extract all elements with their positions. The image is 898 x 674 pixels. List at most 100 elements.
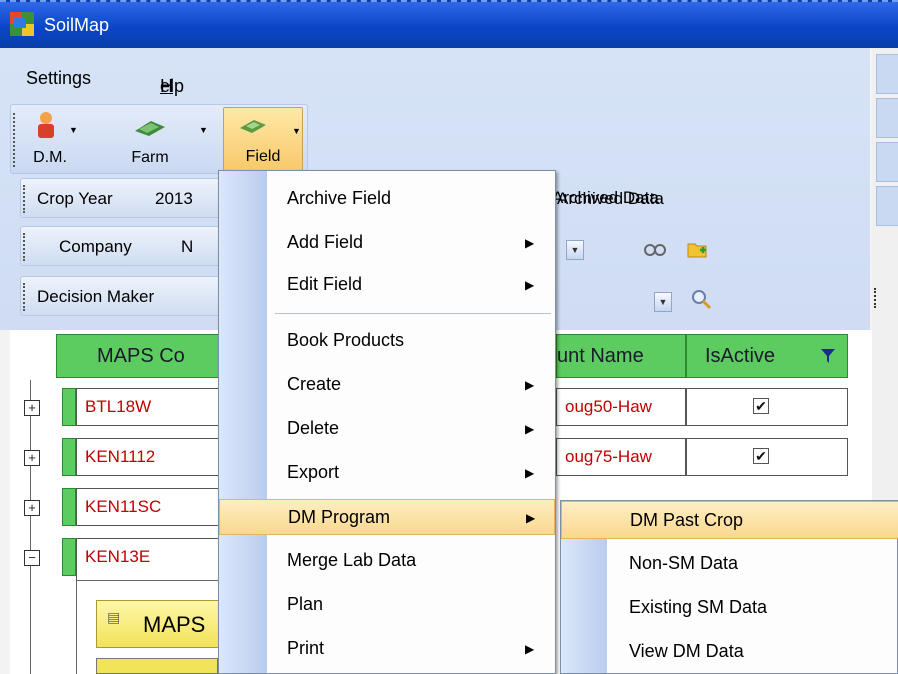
triangle-right-icon: ▶ — [525, 278, 535, 292]
subgrid-first-row[interactable] — [96, 658, 218, 674]
triangle-right-icon: ▶ — [525, 236, 535, 250]
company-dropdown-button[interactable]: ▼ — [566, 240, 584, 260]
menu-item-label: DM Program — [288, 507, 391, 527]
submenu-item-view-dm-data[interactable]: View DM Data — [561, 633, 898, 671]
submenu-item-dm-past-crop[interactable]: DM Past Crop — [561, 501, 898, 539]
menu-item-export[interactable]: Export ▶ — [219, 455, 555, 491]
person-icon — [38, 112, 54, 138]
submenu-item-existing-sm-data[interactable]: Existing SM Data — [561, 589, 898, 627]
menu-item-plan[interactable]: Plan — [219, 587, 555, 623]
column-header-account-name[interactable]: unt Name — [556, 334, 686, 378]
maps-code-cell[interactable]: KEN13E — [76, 538, 236, 580]
company-label: Company — [59, 237, 132, 256]
subgrid-header-label: MAPS — [143, 612, 206, 637]
field-button[interactable]: ▼ Field — [223, 107, 303, 171]
triangle-right-icon: ▶ — [525, 466, 535, 480]
toolbar-grip[interactable] — [23, 283, 25, 311]
is-active-cell[interactable]: ✔ — [686, 388, 848, 426]
plus-box-icon[interactable]: + — [24, 400, 40, 416]
row-selector[interactable] — [62, 488, 76, 526]
triangle-right-icon: ▶ — [525, 642, 535, 656]
company-actions — [660, 226, 726, 266]
archived-data-text[interactable]: Archived Data — [552, 188, 659, 208]
plus-box-icon[interactable]: + — [24, 500, 40, 516]
child-tree-line — [76, 580, 226, 581]
plus-box-icon[interactable]: + — [24, 450, 40, 466]
farm-icon — [135, 121, 165, 136]
menu-item-label: Merge Lab Data — [287, 550, 417, 570]
field-dropdown-menu: Archive Field Add Field ▶ Edit Field ▶ B… — [218, 170, 556, 674]
triangle-right-icon: ▶ — [526, 511, 536, 525]
menu-separator — [275, 313, 551, 314]
menu-item-edit-field[interactable]: Edit Field ▶ — [219, 267, 555, 303]
filter-icon[interactable] — [821, 349, 835, 363]
maps-code-cell[interactable]: KEN11SC — [76, 488, 236, 526]
menu-item-label: Add Field — [287, 232, 364, 252]
crop-year-value[interactable]: 2013 — [155, 189, 193, 209]
chevron-down-icon: ▼ — [69, 125, 78, 135]
subgrid-header-maps[interactable]: ▤ MAPS — [96, 600, 226, 648]
check-icon: ✔ — [755, 398, 767, 414]
toolbar-grip[interactable] — [874, 288, 878, 308]
side-tab[interactable] — [876, 142, 898, 182]
toolbar-grip[interactable] — [23, 185, 25, 213]
window-title-bar: SoilMap — [0, 0, 898, 48]
is-active-checkbox[interactable]: ✔ — [753, 448, 769, 464]
is-active-cell[interactable]: ✔ — [686, 438, 848, 476]
menu-item-print[interactable]: Print ▶ — [219, 631, 555, 667]
menu-item-label: Book Products — [287, 330, 405, 350]
account-name-cell[interactable]: oug50-Haw — [556, 388, 686, 426]
account-name-cell[interactable]: oug75-Haw — [556, 438, 686, 476]
column-chooser-icon[interactable]: ▤ — [107, 609, 120, 626]
menu-item-book-products[interactable]: Book Products — [219, 323, 555, 359]
side-tab[interactable] — [876, 98, 898, 138]
toolbar-grip[interactable] — [13, 113, 15, 167]
submenu-item-label: Existing SM Data — [629, 597, 768, 617]
menu-item-archive-field[interactable]: Archive Field — [219, 181, 555, 217]
farm-button[interactable]: ▼ Farm — [81, 107, 219, 171]
main-toolbar: ▼ D.M. ▼ Farm ▼ Field — [10, 104, 308, 174]
row-selector[interactable] — [62, 388, 76, 426]
side-tab[interactable] — [876, 186, 898, 226]
decision-maker-label: Decision Maker — [37, 287, 155, 306]
company-value[interactable]: N — [181, 237, 193, 257]
chevron-down-icon: ▼ — [199, 125, 208, 135]
submenu-item-label: View DM Data — [629, 641, 744, 661]
magnifier-icon[interactable] — [690, 288, 712, 310]
menu-item-label: Plan — [287, 594, 324, 614]
child-tree-line — [76, 580, 77, 674]
triangle-right-icon: ▶ — [525, 422, 535, 436]
maps-code-cell[interactable]: KEN1112 — [76, 438, 236, 476]
menu-item-create[interactable]: Create ▶ — [219, 367, 555, 403]
column-header-maps-code[interactable]: MAPS Co — [56, 334, 226, 378]
submenu-item-label: DM Past Crop — [630, 510, 744, 530]
submenu-item-non-sm-data[interactable]: Non-SM Data — [561, 545, 898, 583]
menu-item-merge-lab-data[interactable]: Merge Lab Data — [219, 543, 555, 579]
column-header-is-active-label: IsActive — [705, 345, 776, 367]
menu-item-dm-program[interactable]: DM Program ▶ — [219, 499, 555, 535]
menu-settings[interactable]: Settings — [26, 68, 91, 89]
column-header-maps-code-label: MAPS Co — [97, 345, 185, 367]
triangle-right-icon: ▶ — [525, 378, 535, 392]
side-tab[interactable] — [876, 54, 898, 94]
toolbar-grip[interactable] — [23, 233, 25, 261]
row-selector[interactable] — [62, 438, 76, 476]
minus-box-icon[interactable]: − — [24, 550, 40, 566]
menu-item-label: Print — [287, 638, 325, 658]
menu-item-add-field[interactable]: Add Field ▶ — [219, 225, 555, 261]
menu-item-delete[interactable]: Delete ▶ — [219, 411, 555, 447]
maps-code-cell[interactable]: BTL18W — [76, 388, 236, 426]
window-title: SoilMap — [44, 15, 110, 35]
decision-maker-dropdown-button[interactable]: ▼ — [654, 292, 672, 312]
tree-line — [30, 380, 31, 674]
field-button-label: Field — [245, 148, 281, 165]
row-selector[interactable] — [62, 538, 76, 576]
dm-button[interactable]: ▼ D.M. — [19, 107, 81, 171]
chevron-down-icon: ▼ — [292, 126, 301, 136]
column-header-is-active[interactable]: IsActive — [686, 334, 848, 378]
is-active-checkbox[interactable]: ✔ — [753, 398, 769, 414]
menu-item-label: Delete — [287, 418, 340, 438]
menu-item-label: Export — [287, 462, 340, 482]
check-icon: ✔ — [755, 448, 767, 464]
crop-year-label: Crop Year — [37, 189, 113, 208]
